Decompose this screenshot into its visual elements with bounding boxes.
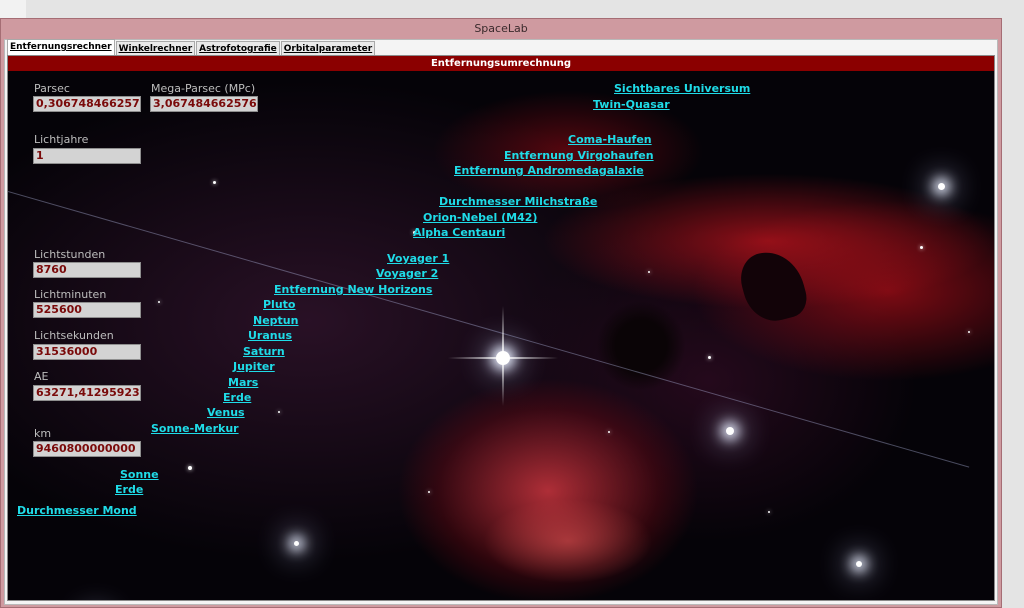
preset-orion-nebel[interactable]: Orion-Nebel (M42) (423, 211, 537, 224)
preset-durchmesser-mond[interactable]: Durchmesser Mond (17, 504, 137, 517)
preset-coma-haufen[interactable]: Coma-Haufen (568, 133, 652, 146)
lichtstunden-input[interactable]: 8760 (33, 262, 141, 278)
star (968, 331, 970, 333)
parsec-input[interactable]: 0,30674846625766 (33, 96, 141, 112)
preset-jupiter[interactable]: Jupiter (233, 360, 275, 373)
star (708, 356, 711, 359)
preset-sichtbares-universum[interactable]: Sichtbares Universum (614, 82, 750, 95)
preset-voyager-2[interactable]: Voyager 2 (376, 267, 438, 280)
preset-sonne-merkur[interactable]: Sonne-Merkur (151, 422, 239, 435)
window-title: SpaceLab (474, 22, 528, 35)
tab-astrofotografie[interactable]: Astrofotografie (196, 41, 280, 56)
star (726, 427, 734, 435)
background-nebula-image (8, 71, 994, 600)
lichtstunden-label: Lichtstunden (34, 248, 106, 261)
lichtjahre-label: Lichtjahre (34, 133, 89, 146)
preset-erde-planet[interactable]: Erde (223, 391, 251, 404)
star (294, 541, 299, 546)
star (920, 246, 923, 249)
ae-input[interactable]: 63271,412959232 (33, 385, 141, 401)
lichtsekunden-input[interactable]: 31536000 (33, 344, 141, 360)
lichtminuten-label: Lichtminuten (34, 288, 107, 301)
preset-saturn[interactable]: Saturn (243, 345, 285, 358)
preset-new-horizons[interactable]: Entfernung New Horizons (274, 283, 432, 296)
preset-erde[interactable]: Erde (115, 483, 143, 496)
distance-panel: Entfernungsumrechnung (7, 55, 995, 601)
lichtminuten-input[interactable]: 525600 (33, 302, 141, 318)
preset-pluto[interactable]: Pluto (263, 298, 295, 311)
preset-sonne[interactable]: Sonne (120, 468, 159, 481)
star-spike (502, 306, 504, 406)
preset-mars[interactable]: Mars (228, 376, 258, 389)
star (608, 431, 610, 433)
tab-entfernungsrechner[interactable]: Entfernungsrechner (7, 39, 115, 56)
preset-alpha-centauri[interactable]: Alpha Centauri (413, 226, 505, 239)
km-input[interactable]: 9460800000000 (33, 441, 141, 457)
preset-neptun[interactable]: Neptun (253, 314, 298, 327)
tab-orbitalparameter[interactable]: Orbitalparameter (280, 41, 376, 56)
preset-twin-quasar[interactable]: Twin-Quasar (593, 98, 670, 111)
client-area: Entfernungsrechner Winkelrechner Astrofo… (4, 39, 998, 605)
star (158, 301, 160, 303)
panel-title: Entfernungsumrechnung (8, 56, 994, 71)
preset-andromeda[interactable]: Entfernung Andromedagalaxie (454, 164, 644, 177)
km-label: km (34, 427, 52, 440)
horsehead-nebula (734, 244, 812, 328)
star (278, 411, 280, 413)
desktop-strip (0, 0, 26, 18)
preset-virgohaufen[interactable]: Entfernung Virgohaufen (504, 149, 654, 162)
tab-winkelrechner[interactable]: Winkelrechner (115, 41, 196, 56)
preset-milchstrasse[interactable]: Durchmesser Milchstraße (439, 195, 597, 208)
star (856, 561, 862, 567)
tab-strip: Entfernungsrechner Winkelrechner Astrofo… (7, 39, 376, 56)
lichtsekunden-label: Lichtsekunden (34, 329, 114, 342)
lichtjahre-input[interactable]: 1 (33, 148, 141, 164)
dark-nebula (596, 301, 686, 391)
star (428, 491, 430, 493)
star (213, 181, 216, 184)
star (768, 511, 770, 513)
star (648, 271, 650, 273)
star (188, 466, 192, 470)
megaparsec-input[interactable]: 3,06748466257669 (150, 96, 258, 112)
ae-label: AE (34, 370, 49, 383)
megaparsec-label: Mega-Parsec (MPc) (151, 82, 256, 95)
preset-venus[interactable]: Venus (207, 406, 245, 419)
star (938, 183, 945, 190)
parsec-label: Parsec (34, 82, 70, 95)
preset-uranus[interactable]: Uranus (248, 329, 292, 342)
preset-voyager-1[interactable]: Voyager 1 (387, 252, 449, 265)
